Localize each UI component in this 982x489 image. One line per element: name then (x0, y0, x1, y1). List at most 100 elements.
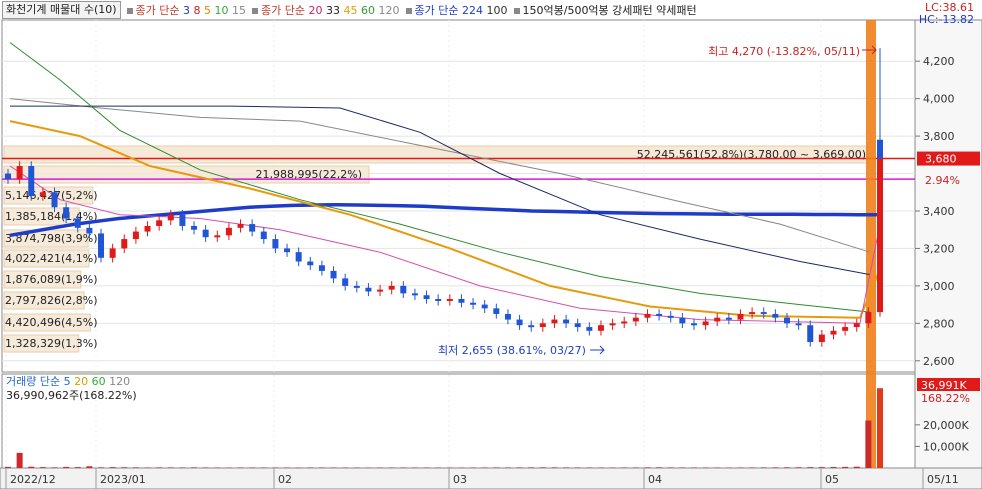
volume-bar (28, 466, 35, 468)
volume-bar (51, 467, 58, 468)
candle-body (74, 218, 81, 228)
chart-canvas[interactable]: 2,600 2,800 3,000 3,200 3,400 3,800 4,000 4,200… (0, 0, 982, 489)
candle-body (5, 173, 11, 180)
x-axis-label: 2022/12 (10, 473, 56, 486)
ma-group1-p1: 8 (193, 4, 201, 17)
candle-body (632, 317, 639, 322)
candle-body (656, 313, 663, 316)
volume-bar (702, 467, 709, 468)
x-axis-label: 05/11 (927, 473, 959, 486)
candle-body (830, 330, 837, 335)
candle-body (470, 302, 477, 305)
volume-bar (144, 467, 151, 468)
volume-bar (493, 467, 500, 468)
ma-group2-p4: 120 (378, 4, 400, 17)
volume-bar (818, 467, 825, 468)
volume-bar (423, 467, 430, 468)
volume-bar (16, 452, 23, 468)
ma-group1-swatch-icon (126, 8, 133, 14)
volume-bar (98, 467, 105, 468)
volume-bar (807, 467, 814, 468)
candle-body (121, 239, 128, 249)
volume-bar (156, 467, 163, 468)
candle-body (98, 233, 105, 258)
current-pct-label: 2.94% (925, 174, 960, 187)
ma-group3-legend[interactable]: 종가 단순 224 100 (405, 2, 508, 18)
volume-bar (132, 467, 139, 468)
candle-body (644, 313, 651, 318)
volume-profile-label: 1,876,089(1,9%) (5, 273, 98, 286)
volume-bar (481, 467, 488, 468)
candle-body (772, 313, 779, 318)
ma-group1-p3: 10 (214, 4, 229, 17)
volume-profile-label: 1,328,329(1,3%) (5, 337, 98, 350)
volume-bar (260, 467, 267, 468)
candle-body (574, 323, 581, 328)
candle-body (877, 139, 883, 159)
candle-body (307, 261, 314, 266)
volume-bar (516, 467, 523, 468)
candle-body (714, 317, 721, 322)
x-axis-label: 02 (278, 473, 292, 486)
candle-body (539, 323, 546, 328)
price-tick-label: 4,000 (923, 93, 955, 106)
ma-group1-p0: 3 (183, 4, 191, 17)
candle-body (249, 224, 256, 232)
ma-group1-p4: 15 (232, 4, 247, 17)
volume-value: 36,990,962주(168.22%) (6, 389, 137, 402)
volume-bar (679, 467, 686, 468)
candle-body (679, 317, 686, 324)
candle-body (260, 231, 267, 240)
candle-body (179, 214, 186, 226)
volume-bar (167, 467, 174, 468)
low-annotation: 최저 2,655 (38.61%, 03/27) (438, 344, 586, 357)
chart-title[interactable]: 화천기계 매물대 수(10) (2, 1, 121, 19)
volume-bar (853, 466, 860, 468)
volume-profile-label: 2,797,826(2,8%) (5, 294, 98, 307)
candle-body (144, 225, 151, 232)
ma-group2-p3: 60 (361, 4, 376, 17)
volume-bar (5, 466, 11, 468)
candle-body (423, 295, 430, 299)
candle-body (807, 325, 814, 343)
volume-bar (272, 467, 279, 468)
price-tick-label: 2,800 (923, 317, 955, 330)
volume-bar (411, 467, 418, 468)
volume-bar (667, 467, 674, 468)
high-annotation: 최고 4,270 (-13.82%, 05/11) (708, 45, 860, 58)
candle-body (783, 317, 790, 324)
candle-body (132, 231, 139, 240)
volume-current-label: 36,991K (921, 379, 967, 392)
ma-group3-p0: 224 (462, 4, 483, 17)
candle-body (191, 225, 198, 230)
volume-bar (109, 467, 116, 468)
ma-group1-legend[interactable]: 종가 단순 3 8 5 10 15 (126, 2, 247, 18)
candle-body (214, 235, 221, 238)
volume-bar (179, 467, 186, 468)
candle-body (853, 323, 860, 328)
volume-bar (400, 467, 407, 468)
candle-body (446, 298, 453, 301)
volume-bar (737, 467, 744, 468)
ma-group2-legend[interactable]: 종가 단순 20 33 45 60 120 (252, 2, 400, 18)
price-tick-label: 3,800 (923, 130, 955, 143)
highlight-column (866, 20, 876, 468)
candle-body (400, 285, 407, 294)
x-axis-label: 03 (453, 473, 467, 486)
candle-body (365, 287, 372, 292)
current-price-label: 3,680 (925, 153, 957, 166)
volume-bar (249, 467, 256, 468)
volume-profile-label: 4,022,421(4,1%) (5, 252, 98, 265)
candle-body (272, 239, 279, 249)
volume-bar (644, 467, 651, 468)
volume-bar (39, 467, 46, 468)
ma-group1-label: 종가 단순 (135, 4, 180, 17)
price-tick-label: 4,200 (923, 55, 955, 68)
legend-bar: 화천기계 매물대 수(10) 종가 단순 3 8 5 10 15 종가 단순 2… (0, 0, 915, 20)
candle-body (621, 321, 628, 324)
pattern-legend[interactable]: 150억봉/500억봉 강세패턴 약세패턴 (513, 2, 697, 18)
candle-body (563, 319, 570, 324)
volume-bar (86, 466, 93, 468)
candle-body (749, 312, 756, 315)
candle-body (156, 220, 163, 226)
